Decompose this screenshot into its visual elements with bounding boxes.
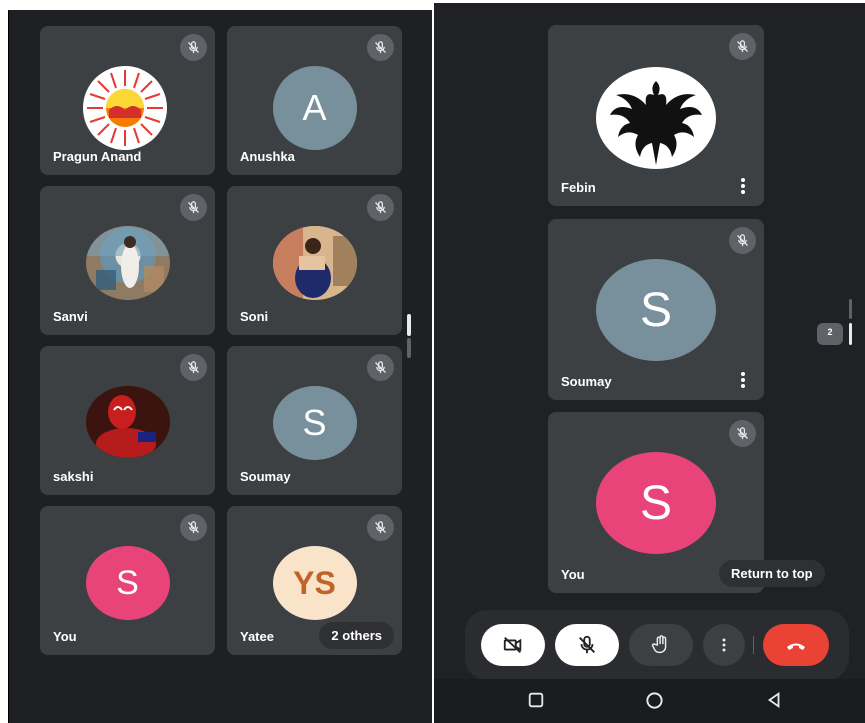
camera-toggle-button[interactable]	[481, 624, 545, 666]
participant-tile[interactable]: Soni	[227, 186, 402, 335]
back-icon[interactable]	[765, 691, 783, 709]
mic-off-icon	[180, 514, 207, 541]
scrollbar[interactable]	[849, 323, 852, 345]
avatar-initials: YS	[293, 564, 336, 601]
mic-off-icon	[180, 34, 207, 61]
participant-name: Sanvi	[53, 309, 88, 324]
participant-name: sakshi	[53, 469, 94, 484]
participant-tile[interactable]: sakshi	[40, 346, 215, 495]
participant-name: You	[561, 567, 585, 582]
mic-off-icon	[729, 227, 756, 254]
participant-name: Soni	[240, 309, 269, 324]
call-end-icon	[787, 643, 805, 650]
avatar-initials: S	[639, 283, 672, 337]
avatar-initials: S	[116, 563, 139, 602]
system-nav-bar	[434, 679, 865, 723]
mic-off-icon	[180, 354, 207, 381]
mic-off-icon	[579, 635, 595, 654]
scrollbar[interactable]	[407, 314, 411, 336]
avatar-initials: S	[639, 476, 672, 530]
participant-tile[interactable]: A Anushka	[227, 26, 402, 175]
mic-toggle-button[interactable]	[555, 624, 619, 666]
participant-tile[interactable]: Sanvi	[40, 186, 215, 335]
recents-icon[interactable]	[527, 691, 545, 709]
avatar-initials: S	[302, 402, 327, 443]
avatar: YS	[272, 546, 357, 620]
mic-off-icon	[729, 420, 756, 447]
participant-name: Febin	[561, 180, 596, 195]
avatar: A	[272, 66, 357, 150]
mic-off-icon	[180, 194, 207, 221]
page-indicator[interactable]: 2	[817, 323, 843, 345]
others-chip[interactable]: 2 others	[319, 622, 394, 649]
hand-icon	[651, 635, 667, 654]
scrollbar-track	[407, 338, 411, 358]
toolbar-separator	[753, 636, 754, 654]
left-meeting-screen: Pragun Anand A Anushka Sanvi Soni sakshi…	[8, 10, 432, 723]
participant-tile[interactable]: YS Yatee 2 others	[227, 506, 402, 655]
participant-tile[interactable]: S Soumay	[227, 346, 402, 495]
camera-off-icon	[503, 636, 522, 654]
avatar: S	[596, 452, 716, 554]
more-vert-icon[interactable]	[740, 178, 746, 194]
return-to-top-button[interactable]: Return to top	[719, 560, 825, 587]
end-call-button[interactable]	[763, 624, 829, 666]
mic-off-icon	[367, 34, 394, 61]
participant-name: You	[53, 629, 77, 644]
right-meeting-screen: Febin S Soumay S You Return to top 2	[434, 3, 865, 723]
avatar	[272, 226, 357, 300]
mic-off-icon	[367, 514, 394, 541]
scrollbar-track	[849, 299, 852, 319]
participant-name: Soumay	[240, 469, 291, 484]
more-vert-icon[interactable]	[740, 372, 746, 388]
participant-name: Anushka	[240, 149, 295, 164]
avatar	[596, 67, 716, 169]
avatar: S	[85, 546, 170, 620]
participant-tile[interactable]: S You	[40, 506, 215, 655]
participant-name: Soumay	[561, 374, 612, 389]
avatar-initials: A	[302, 87, 327, 128]
avatar: S	[272, 386, 357, 460]
raise-hand-button[interactable]	[629, 624, 693, 666]
home-icon[interactable]	[645, 691, 664, 710]
mic-off-icon	[367, 194, 394, 221]
participant-name: Yatee	[240, 629, 274, 644]
participant-tile[interactable]: Pragun Anand	[40, 26, 215, 175]
avatar	[82, 66, 167, 150]
more-options-button[interactable]	[703, 624, 745, 666]
avatar	[85, 226, 170, 300]
participant-name: Pragun Anand	[53, 149, 142, 164]
participant-tile[interactable]: S Soumay	[548, 219, 764, 400]
mic-off-icon	[729, 33, 756, 60]
avatar	[85, 386, 170, 458]
participant-tile[interactable]: Febin	[548, 25, 764, 206]
avatar: S	[596, 259, 716, 361]
more-vert-icon	[722, 638, 726, 652]
call-controls-bar	[465, 610, 849, 680]
mic-off-icon	[367, 354, 394, 381]
